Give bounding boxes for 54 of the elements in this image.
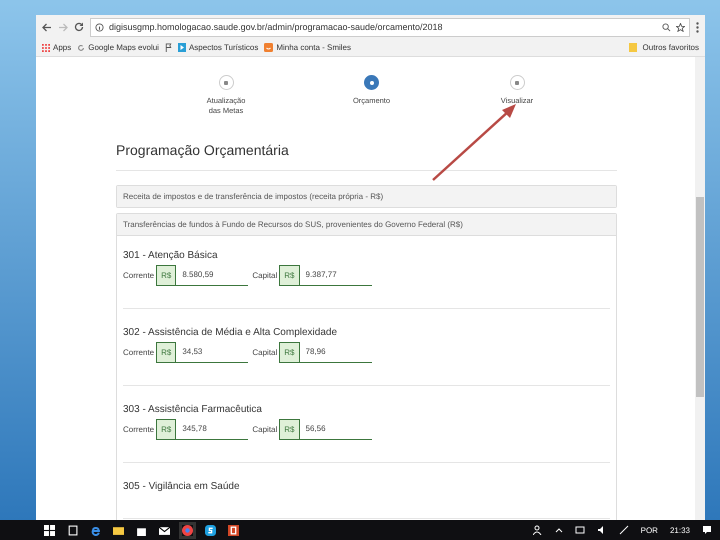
reload-icon[interactable]	[74, 22, 84, 32]
currency-addon: R$	[156, 342, 176, 362]
chat-app-icon[interactable]	[205, 524, 216, 536]
step-circle[interactable]	[510, 75, 524, 90]
info-icon	[95, 22, 104, 32]
bookmark-link[interactable]: Google Maps evolui	[88, 43, 159, 52]
network-icon[interactable]	[574, 525, 585, 535]
field-label: Corrente	[123, 270, 154, 280]
flag-icon	[164, 43, 172, 52]
folder-icon	[628, 43, 637, 52]
currency-addon: R$	[279, 418, 300, 440]
currency-addon: R$	[279, 264, 300, 286]
language-indicator[interactable]: POR	[640, 526, 658, 534]
windows-start-icon[interactable]	[44, 524, 55, 536]
currency-addon: R$	[156, 264, 176, 286]
apps-grid-icon	[42, 44, 50, 52]
back-icon[interactable]	[42, 22, 52, 32]
url-text: digisusgmp.homologacao.saude.gov.br/admin/programacao-saude/orcamento/2018	[109, 22, 443, 32]
edge-browser-icon[interactable]	[90, 524, 101, 536]
slides-app-icon[interactable]	[228, 524, 239, 536]
bookmark-link[interactable]: Apps	[53, 43, 72, 52]
budget-line-title: 302 - Assistência de Média e Alta Complexidade	[123, 326, 338, 338]
address-bar[interactable]: digisusgmp.homologacao.saude.gov.br/admin/programacao-saude/orcamento/2018	[90, 18, 690, 36]
step-circle[interactable]	[218, 75, 234, 90]
star-icon[interactable]	[676, 22, 685, 32]
file-folder-icon[interactable]	[113, 524, 124, 536]
pen-icon[interactable]	[618, 525, 629, 535]
currency-addon: R$	[279, 342, 300, 362]
bookmark-link[interactable]: Minha conta - Smiles	[276, 43, 352, 52]
mail-icon[interactable]	[159, 524, 170, 536]
section-heading[interactable]: Transferências de fundos à Fundo de Recursos do SUS, provenientes do Governo Federal (R$)	[117, 214, 616, 236]
field-label: Capital	[252, 348, 278, 356]
field-label: Capital	[252, 270, 278, 280]
budget-line-title: 305 - Vigilância em Saúde	[123, 480, 241, 492]
notification-icon[interactable]	[702, 525, 712, 535]
bookmark-folder[interactable]: Outros favoritos	[642, 43, 699, 52]
section-heading[interactable]: Receita de impostos e de transferência de impostos (receita própria - R$)	[117, 186, 616, 206]
zoom-icon[interactable]	[662, 22, 671, 32]
people-icon[interactable]	[532, 525, 543, 535]
step-circle[interactable]	[364, 75, 379, 90]
page-title: Programação Orçamentária	[116, 142, 617, 170]
field-label: Capital	[252, 424, 278, 434]
clock-time[interactable]: 21:33	[670, 526, 690, 534]
budget-line-title: 303 - Assistência Farmacêutica	[123, 404, 263, 414]
task-view-icon[interactable]	[67, 524, 78, 536]
menu-icon[interactable]	[696, 22, 699, 32]
field-label: Corrente	[123, 348, 154, 356]
bookmark-link[interactable]: Aspectos Turísticos	[188, 43, 258, 52]
smile-icon	[264, 43, 274, 52]
budget-line-title: 301 - Atenção Básica	[123, 250, 219, 260]
chevron-up-icon[interactable]	[554, 527, 563, 533]
field-label: Corrente	[123, 424, 154, 434]
currency-addon: R$	[156, 418, 176, 440]
play-icon	[178, 43, 186, 52]
